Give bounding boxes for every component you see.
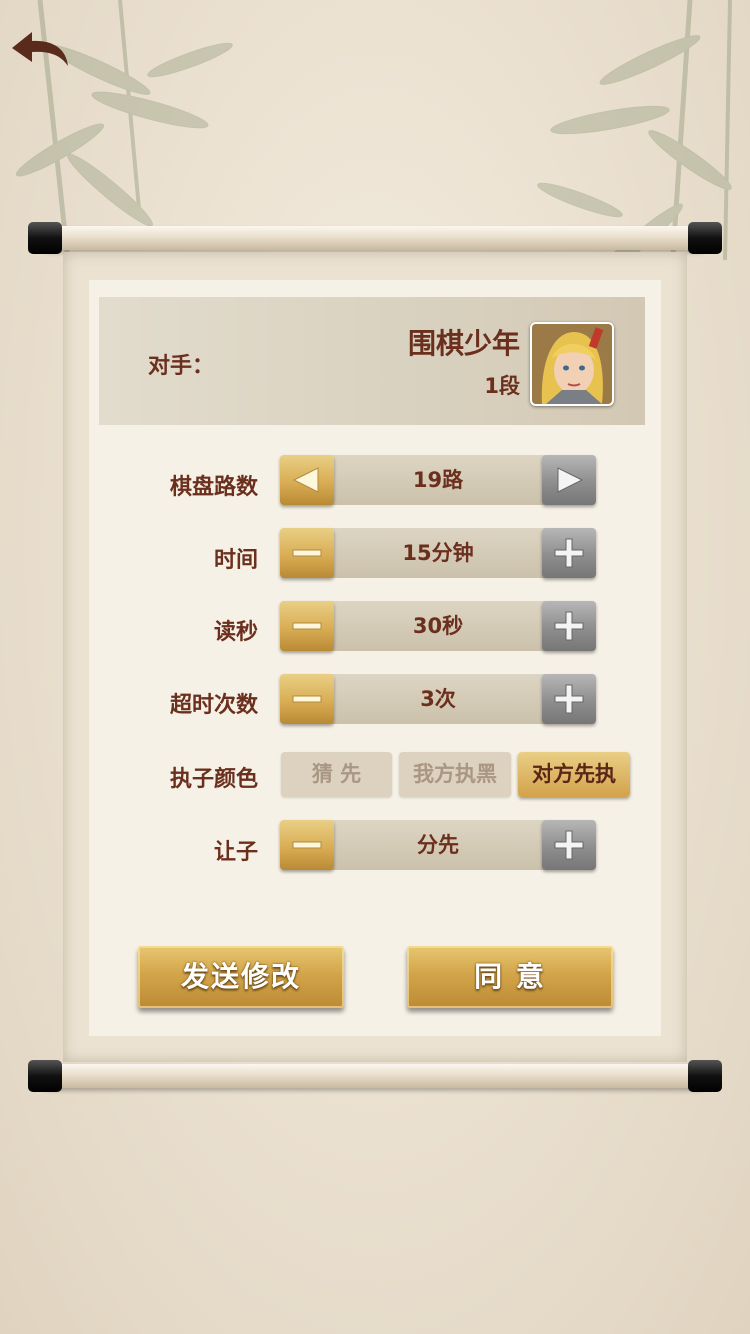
timeouts-control: 3次	[280, 674, 596, 724]
plus-icon	[554, 830, 584, 860]
plus-icon	[554, 611, 584, 641]
color-option-self-black[interactable]: 我方执黑	[399, 752, 511, 797]
timeouts-increase-button[interactable]	[542, 674, 596, 724]
time-label: 时间	[213, 548, 258, 573]
scroll-bottom-rod	[28, 1060, 722, 1092]
send-modification-button[interactable]: 发送修改	[138, 946, 344, 1008]
triangle-left-icon	[292, 467, 319, 493]
byoyomi-value: 30秒	[412, 614, 464, 638]
agree-button[interactable]: 同 意	[407, 946, 613, 1008]
handicap-value: 分先	[417, 833, 459, 857]
opponent-avatar[interactable]	[530, 322, 614, 406]
opponent-label: 对手：	[148, 354, 215, 379]
minus-icon	[292, 549, 322, 557]
minus-icon	[292, 841, 322, 849]
handicap-label: 让子	[213, 840, 258, 865]
byoyomi-label: 读秒	[213, 620, 258, 645]
time-increase-button[interactable]	[542, 528, 596, 578]
scroll-top-rod	[28, 222, 722, 254]
timeouts-label: 超时次数	[169, 693, 258, 718]
board-size-label: 棋盘路数	[169, 475, 258, 500]
byoyomi-decrease-button[interactable]	[280, 601, 334, 651]
time-control: 15分钟	[280, 528, 596, 578]
color-option-opponent-first[interactable]: 对方先执	[518, 752, 630, 797]
plus-icon	[554, 684, 584, 714]
opponent-rank: 1段	[484, 374, 520, 398]
avatar-portrait-icon	[532, 324, 612, 404]
handicap-control: 分先	[280, 820, 596, 870]
opponent-name: 围棋少年	[407, 327, 520, 360]
timeouts-decrease-button[interactable]	[280, 674, 334, 724]
board-size-next-button[interactable]	[542, 455, 596, 505]
triangle-right-icon	[557, 467, 584, 493]
board-size-prev-button[interactable]	[280, 455, 334, 505]
back-arrow-icon	[12, 32, 68, 66]
handicap-decrease-button[interactable]	[280, 820, 334, 870]
plus-icon	[554, 538, 584, 568]
minus-icon	[292, 695, 322, 703]
timeouts-value: 3次	[420, 687, 456, 711]
board-size-value: 19路	[412, 468, 464, 492]
time-value: 15分钟	[402, 541, 474, 565]
byoyomi-increase-button[interactable]	[542, 601, 596, 651]
color-option-nigiri[interactable]: 猜 先	[281, 752, 392, 797]
stone-color-label: 执子颜色	[169, 767, 258, 792]
byoyomi-control: 30秒	[280, 601, 596, 651]
minus-icon	[292, 622, 322, 630]
back-button[interactable]	[8, 28, 72, 72]
time-decrease-button[interactable]	[280, 528, 334, 578]
board-size-control: 19路	[280, 455, 596, 505]
handicap-increase-button[interactable]	[542, 820, 596, 870]
